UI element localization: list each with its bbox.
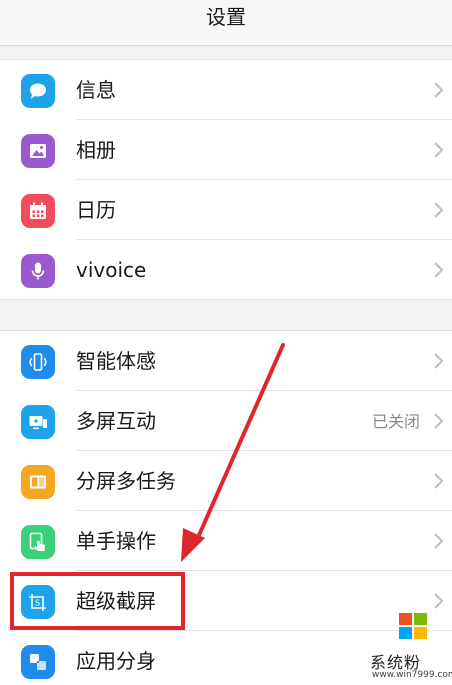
svg-text:S: S	[35, 599, 40, 608]
app-clone-icon	[21, 645, 55, 679]
message-icon	[21, 74, 55, 108]
settings-header: 设置	[0, 0, 452, 46]
super-screenshot-icon: S	[21, 585, 55, 619]
chevron-right-icon	[434, 473, 444, 489]
settings-group-features: 智能体感 多屏互动 已关闭 分屏多任务 单手操作 S 超级截屏 应用分身	[0, 330, 452, 685]
settings-item-vivoice[interactable]: vivoice	[0, 240, 452, 300]
settings-item-super-screenshot[interactable]: S 超级截屏	[0, 571, 452, 631]
settings-item-label: vivoice	[76, 258, 147, 282]
chevron-right-icon	[434, 533, 444, 549]
gallery-icon	[21, 134, 55, 168]
settings-item-label: 日历	[76, 198, 116, 222]
page-title: 设置	[206, 5, 246, 29]
watermark-url: www.win7999.com	[372, 670, 452, 680]
settings-item-label: 相册	[76, 138, 116, 162]
calendar-icon	[21, 194, 55, 228]
motion-sense-icon	[21, 345, 55, 379]
chevron-right-icon	[434, 413, 444, 429]
chevron-right-icon	[434, 82, 444, 98]
one-hand-icon	[21, 525, 55, 559]
settings-item-label: 单手操作	[76, 529, 156, 553]
settings-item-multi-screen[interactable]: 多屏互动 已关闭	[0, 391, 452, 451]
settings-item-label: 分屏多任务	[76, 469, 176, 493]
split-screen-icon	[21, 465, 55, 499]
settings-group-apps: 信息 相册 日历 vivoice	[0, 59, 452, 300]
settings-item-one-hand[interactable]: 单手操作	[0, 511, 452, 571]
settings-item-label: 多屏互动	[76, 409, 156, 433]
settings-item-calendar[interactable]: 日历	[0, 180, 452, 240]
settings-item-label: 超级截屏	[76, 589, 156, 613]
settings-item-label: 信息	[76, 78, 116, 102]
chevron-right-icon	[434, 593, 444, 609]
microphone-icon	[21, 254, 55, 288]
settings-item-label: 应用分身	[76, 649, 156, 673]
multi-screen-icon	[21, 405, 55, 439]
settings-item-gallery[interactable]: 相册	[0, 120, 452, 180]
settings-item-split-screen[interactable]: 分屏多任务	[0, 451, 452, 511]
chevron-right-icon	[434, 262, 444, 278]
settings-item-smart-motion[interactable]: 智能体感	[0, 331, 452, 391]
windows-logo-icon	[399, 613, 427, 639]
chevron-right-icon	[434, 142, 444, 158]
status-text: 已关闭	[371, 412, 420, 431]
chevron-right-icon	[434, 202, 444, 218]
settings-item-messages[interactable]: 信息	[0, 60, 452, 120]
chevron-right-icon	[434, 353, 444, 369]
settings-item-label: 智能体感	[76, 349, 156, 373]
